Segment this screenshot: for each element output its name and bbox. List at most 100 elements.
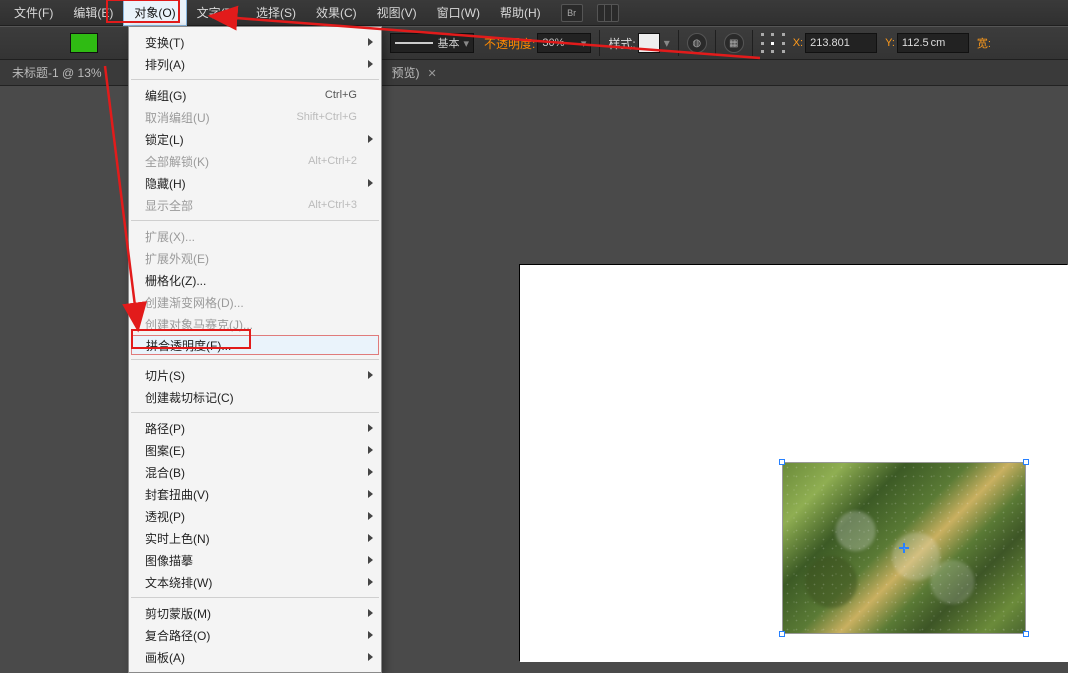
submenu-arrow-icon xyxy=(368,371,373,379)
menu-item-label: 透视(P) xyxy=(145,508,185,525)
menu-item[interactable]: 切片(S) xyxy=(129,364,381,386)
menu-item-label: 混合(B) xyxy=(145,464,185,481)
menu-item[interactable]: 图像描摹 xyxy=(129,549,381,571)
menu-item-label: 全部解锁(K) xyxy=(145,153,209,170)
menu-item-label: 变换(T) xyxy=(145,34,184,51)
menu-item[interactable]: 编组(G) Ctrl+G xyxy=(129,84,381,106)
menu-item[interactable]: 图案(E) xyxy=(129,439,381,461)
menu-item[interactable]: 隐藏(H) xyxy=(129,172,381,194)
menu-file[interactable]: 文件(F) xyxy=(4,0,63,25)
menu-item-label: 图像描摹 xyxy=(145,552,193,569)
menu-item-label: 创建裁切标记(C) xyxy=(145,389,234,406)
bridge-icon[interactable]: Br xyxy=(561,4,583,22)
style-label: 样式: xyxy=(608,35,635,52)
menu-item[interactable]: 变换(T) xyxy=(129,31,381,53)
reference-point-icon[interactable] xyxy=(761,33,785,53)
menu-item-label: 排列(A) xyxy=(145,56,185,73)
menu-shortcut: Ctrl+G xyxy=(325,89,357,101)
menu-item[interactable]: 实时上色(N) xyxy=(129,527,381,549)
menu-item[interactable]: 文本绕排(W) xyxy=(129,571,381,593)
submenu-arrow-icon xyxy=(368,135,373,143)
menu-window[interactable]: 窗口(W) xyxy=(427,0,490,25)
menu-item[interactable]: 封套扭曲(V) xyxy=(129,483,381,505)
menu-item-label: 剪切蒙版(M) xyxy=(145,605,211,622)
style-swatch[interactable] xyxy=(638,33,660,53)
stroke-style-select[interactable]: 基本▾ xyxy=(390,33,474,53)
menu-item: 显示全部 Alt+Ctrl+3 xyxy=(129,194,381,216)
stroke-style-label: 基本 xyxy=(437,35,459,51)
menu-item: 创建渐变网格(D)... xyxy=(129,291,381,313)
menu-shortcut: Alt+Ctrl+3 xyxy=(308,199,357,211)
menu-item-label: 隐藏(H) xyxy=(145,175,186,192)
menu-item[interactable]: 透视(P) xyxy=(129,505,381,527)
menu-edit[interactable]: 编辑(E) xyxy=(63,0,123,25)
menu-item[interactable]: 排列(A) xyxy=(129,53,381,75)
width-label: 宽: xyxy=(977,35,991,51)
x-input[interactable]: 213.801 xyxy=(805,33,877,53)
menu-item[interactable]: 栅格化(Z)... xyxy=(129,269,381,291)
menu-item[interactable]: 创建裁切标记(C) xyxy=(129,386,381,408)
menu-item: 取消编组(U)Shift+Ctrl+G xyxy=(129,106,381,128)
menu-item-label: 图案(E) xyxy=(145,442,185,459)
menu-item-label: 实时上色(N) xyxy=(145,530,210,547)
globe-icon[interactable]: ◍ xyxy=(687,33,707,53)
menu-type[interactable]: 文字(T) xyxy=(187,0,246,25)
menu-item-label: 路径(P) xyxy=(145,420,185,437)
submenu-arrow-icon xyxy=(368,446,373,454)
menu-item-label: 扩展(X)... xyxy=(145,228,195,245)
align-icon[interactable]: ▦ xyxy=(724,33,744,53)
menu-view[interactable]: 视图(V) xyxy=(367,0,427,25)
menu-item-label: 取消编组(U) xyxy=(145,109,210,126)
submenu-arrow-icon xyxy=(368,60,373,68)
y-label: Y: xyxy=(885,37,895,49)
submenu-arrow-icon xyxy=(368,578,373,586)
submenu-arrow-icon xyxy=(368,609,373,617)
menu-item-label: 锁定(L) xyxy=(145,131,184,148)
opacity-label: 不透明度: xyxy=(484,35,535,52)
submenu-arrow-icon xyxy=(368,179,373,187)
object-menu-dropdown: 变换(T) 排列(A) 编组(G) Ctrl+G 取消编组(U)Shift+Ctrl+G… xyxy=(128,26,382,673)
fill-swatch[interactable] xyxy=(70,33,98,53)
menu-item-label: 切片(S) xyxy=(145,367,185,384)
y-input[interactable]: 112.5cm xyxy=(897,33,969,53)
menu-effect[interactable]: 效果(C) xyxy=(306,0,367,25)
menu-item[interactable]: 画板(A) xyxy=(129,646,381,668)
menubar: 文件(F) 编辑(E) 对象(O) 文字(T) 选择(S) 效果(C) 视图(V… xyxy=(0,0,1068,26)
menu-item: 扩展外观(E) xyxy=(129,247,381,269)
menu-item-label: 拼合透明度(F)... xyxy=(146,337,231,354)
menu-item[interactable]: 复合路径(O) xyxy=(129,624,381,646)
menu-item-label: 封套扭曲(V) xyxy=(145,486,209,503)
menu-item[interactable]: 锁定(L) xyxy=(129,128,381,150)
submenu-arrow-icon xyxy=(368,468,373,476)
submenu-arrow-icon xyxy=(368,38,373,46)
menu-item[interactable]: 拼合透明度(F)... xyxy=(131,335,379,355)
menu-item[interactable]: 混合(B) xyxy=(129,461,381,483)
menu-select[interactable]: 选择(S) xyxy=(246,0,306,25)
placed-image[interactable] xyxy=(782,462,1026,634)
menu-item-label: 文本绕排(W) xyxy=(145,574,212,591)
menu-shortcut: Alt+Ctrl+2 xyxy=(308,155,357,167)
document-tab[interactable]: 未标题-1 @ 13% xyxy=(0,60,114,85)
x-label: X: xyxy=(793,37,803,49)
document-tab-extra[interactable]: 预览)✕ xyxy=(380,60,449,85)
menu-item[interactable]: 路径(P) xyxy=(129,417,381,439)
submenu-arrow-icon xyxy=(368,512,373,520)
submenu-arrow-icon xyxy=(368,631,373,639)
menu-item-label: 编组(G) xyxy=(145,87,186,104)
close-icon[interactable]: ✕ xyxy=(428,68,437,80)
menu-item-label: 扩展外观(E) xyxy=(145,250,209,267)
menu-item: 全部解锁(K) Alt+Ctrl+2 xyxy=(129,150,381,172)
menu-help[interactable]: 帮助(H) xyxy=(490,0,551,25)
menu-object[interactable]: 对象(O) xyxy=(123,0,186,26)
submenu-arrow-icon xyxy=(368,424,373,432)
menu-item-label: 显示全部 xyxy=(145,197,193,214)
submenu-arrow-icon xyxy=(368,490,373,498)
submenu-arrow-icon xyxy=(368,556,373,564)
menu-item[interactable]: 剪切蒙版(M) xyxy=(129,602,381,624)
layout-icon[interactable] xyxy=(597,4,619,22)
menu-item: 扩展(X)... xyxy=(129,225,381,247)
menu-item-label: 复合路径(O) xyxy=(145,627,210,644)
menu-item-label: 创建对象马赛克(J)... xyxy=(145,316,253,333)
menu-item-label: 创建渐变网格(D)... xyxy=(145,294,244,311)
opacity-input[interactable]: 30%▾ xyxy=(537,33,591,53)
